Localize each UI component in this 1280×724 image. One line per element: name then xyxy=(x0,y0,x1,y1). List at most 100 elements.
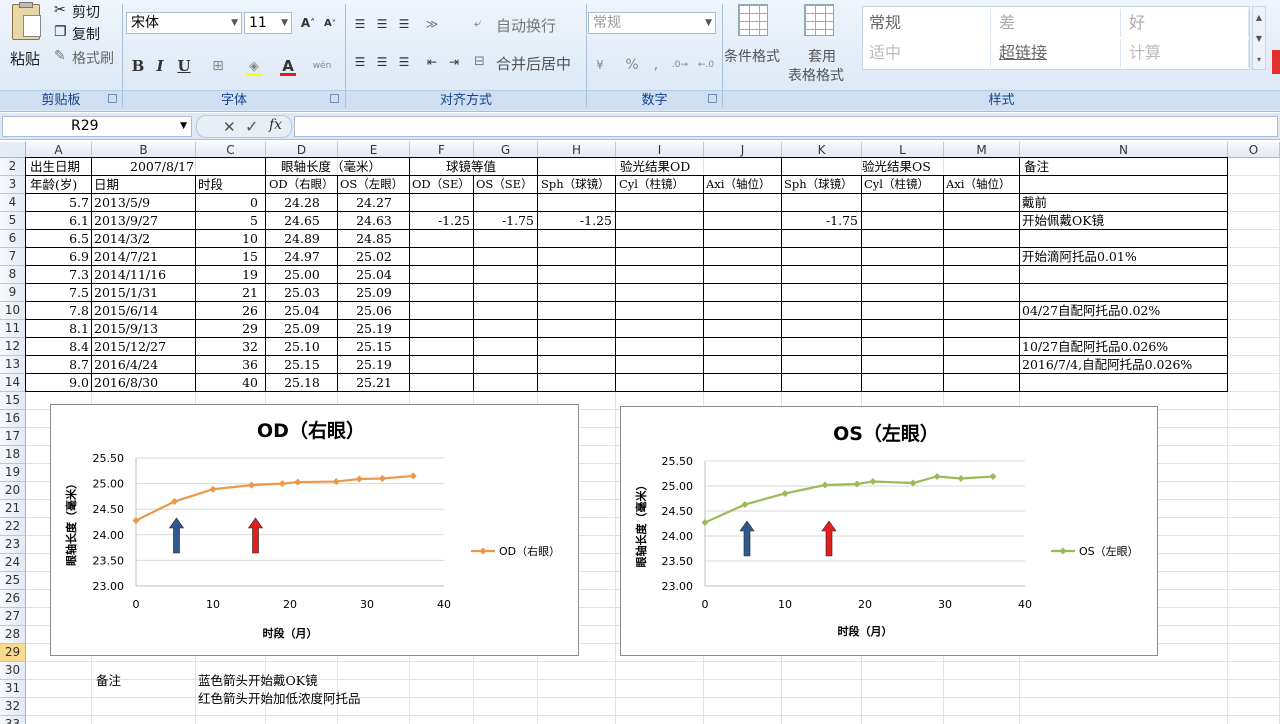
cell-A2[interactable]: 出生日期 xyxy=(30,158,80,175)
data-cell-od[interactable]: 24.89 xyxy=(266,230,338,247)
insert-function-button[interactable]: fx xyxy=(269,117,282,133)
row-header[interactable]: 11 xyxy=(0,320,26,338)
align-top-icon[interactable]: ☰ xyxy=(350,14,370,34)
chart-os[interactable]: OS（左眼） 23.00 23.50 24.00 24.50 25.00 25.50 0 10 2… xyxy=(620,406,1158,656)
data-cell-date[interactable]: 2014/11/16 xyxy=(94,266,166,283)
data-cell-od[interactable]: 25.04 xyxy=(266,302,338,319)
column-header[interactable]: H xyxy=(538,142,616,158)
data-cell-period[interactable]: 0 xyxy=(196,194,258,211)
cell-H2[interactable]: 验光结果OD xyxy=(620,158,690,175)
column-header[interactable]: A xyxy=(26,142,92,158)
data-cell-date[interactable]: 2015/6/14 xyxy=(94,302,158,319)
cell-F3[interactable]: OD（SE） xyxy=(412,176,470,193)
cell-F2[interactable]: 球镜等值 xyxy=(446,158,496,175)
style-neutral[interactable]: 适中 xyxy=(863,39,991,67)
cell-L3[interactable]: Cyl（柱镜） xyxy=(864,176,929,193)
data-cell-os[interactable]: 25.15 xyxy=(338,338,410,355)
data-cell-date[interactable]: 2013/5/9 xyxy=(94,194,150,211)
cell-L2[interactable]: 验光结果OS xyxy=(862,158,931,175)
row-header[interactable]: 10 xyxy=(0,302,26,320)
style-hyperlink[interactable]: 超链接 xyxy=(993,39,1121,67)
column-header[interactable]: L xyxy=(862,142,944,158)
row-header[interactable]: 15 xyxy=(0,392,26,410)
align-middle-icon[interactable]: ☰ xyxy=(372,14,392,34)
data-cell-period[interactable]: 10 xyxy=(196,230,258,247)
data-cell-age[interactable]: 8.7 xyxy=(26,356,89,373)
data-cell-period[interactable]: 26 xyxy=(196,302,258,319)
phonetic-button[interactable]: wén xyxy=(310,56,334,76)
cell-B3[interactable]: 日期 xyxy=(94,176,119,193)
column-header[interactable]: I xyxy=(616,142,704,158)
chart-od[interactable]: OD（右眼） 23.00 23.50 24.00 24.50 25.00 25.50 0 10 2… xyxy=(50,404,579,656)
italic-button[interactable]: I xyxy=(150,56,170,76)
data-cell-note[interactable]: 开始佩戴OK镜 xyxy=(1022,212,1104,229)
data-cell-os[interactable]: 25.06 xyxy=(338,302,410,319)
row-header[interactable]: 14 xyxy=(0,374,26,392)
data-cell-period[interactable]: 19 xyxy=(196,266,258,283)
column-header[interactable]: M xyxy=(944,142,1020,158)
style-normal[interactable]: 常规 xyxy=(863,9,991,37)
cell-E3[interactable]: OS（左眼） xyxy=(340,176,403,193)
row-header[interactable]: 22 xyxy=(0,518,26,536)
grow-font-button[interactable]: A ˄ xyxy=(298,13,318,33)
column-header[interactable]: J xyxy=(704,142,782,158)
data-cell-period[interactable]: 5 xyxy=(196,212,258,229)
row-header[interactable]: 24 xyxy=(0,554,26,572)
name-box[interactable]: R29 ▼ xyxy=(2,116,192,137)
cell-I3[interactable]: Cyl（柱镜） xyxy=(619,176,684,193)
row-header[interactable]: 28 xyxy=(0,626,26,644)
row-header[interactable]: 19 xyxy=(0,464,26,482)
data-cell-sph_od[interactable]: -1.25 xyxy=(538,212,612,229)
row-header[interactable]: 16 xyxy=(0,410,26,428)
data-cell-note[interactable]: 04/27自配阿托品0.02% xyxy=(1022,302,1160,319)
row-header[interactable]: 21 xyxy=(0,500,26,518)
wrap-text-button[interactable]: ⤶ 自动换行 xyxy=(474,14,584,36)
row-header[interactable]: 5 xyxy=(0,212,26,230)
cell-J3[interactable]: Axi（轴位） xyxy=(706,176,770,193)
data-cell-age[interactable]: 7.3 xyxy=(26,266,89,283)
cell-C31[interactable]: 蓝色箭头开始戴OK镜 xyxy=(198,672,318,689)
data-cell-age[interactable]: 7.5 xyxy=(26,284,89,301)
row-header[interactable]: 17 xyxy=(0,428,26,446)
font-size-select[interactable]: 11 ▼ xyxy=(244,12,292,34)
row-header[interactable]: 27 xyxy=(0,608,26,626)
align-center-icon[interactable]: ☰ xyxy=(372,52,392,72)
copy-button[interactable]: ❐ 复制 xyxy=(54,24,114,44)
column-header[interactable]: C xyxy=(196,142,266,158)
row-header[interactable]: 3 xyxy=(0,176,26,194)
data-cell-od[interactable]: 24.28 xyxy=(266,194,338,211)
column-header[interactable]: B xyxy=(92,142,196,158)
data-cell-date[interactable]: 2015/1/31 xyxy=(94,284,158,301)
shrink-font-button[interactable]: A ˅ xyxy=(320,13,340,33)
row-header[interactable]: 29 xyxy=(0,644,26,662)
bold-button[interactable]: B xyxy=(128,56,148,76)
cell-D3[interactable]: OD（右眼） xyxy=(269,176,334,193)
align-right-icon[interactable]: ☰ xyxy=(394,52,414,72)
data-cell-note[interactable]: 开始滴阿托品0.01% xyxy=(1022,248,1137,265)
column-header[interactable]: D xyxy=(266,142,338,158)
data-cell-date[interactable]: 2016/8/30 xyxy=(94,374,158,391)
row-header[interactable]: 12 xyxy=(0,338,26,356)
column-header[interactable]: G xyxy=(474,142,538,158)
column-header[interactable]: O xyxy=(1228,142,1280,158)
decrease-indent-icon[interactable]: ⇤ xyxy=(422,52,442,72)
data-cell-date[interactable]: 2016/4/24 xyxy=(94,356,158,373)
paste-button[interactable]: 粘贴 xyxy=(4,2,48,84)
data-cell-od[interactable]: 25.15 xyxy=(266,356,338,373)
cell-B2[interactable]: 2007/8/17 xyxy=(130,158,194,175)
data-cell-note[interactable]: 戴前 xyxy=(1022,194,1047,211)
data-cell-date[interactable]: 2013/9/27 xyxy=(94,212,158,229)
cell-B31[interactable]: 备注 xyxy=(96,672,121,689)
data-cell-period[interactable]: 36 xyxy=(196,356,258,373)
cell-C32[interactable]: 红色箭头开始加低浓度阿托品 xyxy=(198,690,361,707)
row-header[interactable]: 13 xyxy=(0,356,26,374)
currency-icon[interactable]: ¥ xyxy=(590,55,610,75)
align-left-icon[interactable]: ☰ xyxy=(350,52,370,72)
font-dialog-launcher[interactable] xyxy=(330,94,339,103)
increase-indent-icon[interactable]: ⇥ xyxy=(444,52,464,72)
data-cell-period[interactable]: 15 xyxy=(196,248,258,265)
data-cell-os[interactable]: 24.85 xyxy=(338,230,410,247)
data-cell-os[interactable]: 25.19 xyxy=(338,320,410,337)
data-cell-age[interactable]: 5.7 xyxy=(26,194,89,211)
data-cell-note[interactable]: 10/27自配阿托品0.026% xyxy=(1022,338,1168,355)
